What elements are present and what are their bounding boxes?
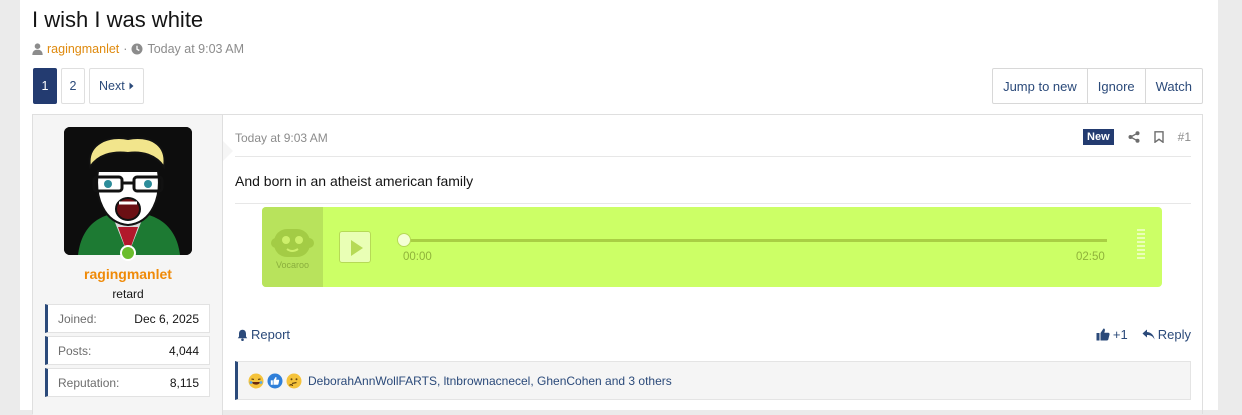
message: Today at 9:03 AM New #1 And born in an a… [235, 115, 1191, 415]
stat-posts-value: 4,044 [168, 343, 199, 358]
reply-icon [1142, 329, 1155, 340]
like-reaction-icon [267, 373, 283, 388]
online-indicator [120, 245, 136, 261]
stat-reputation-label: Reputation: [58, 375, 120, 390]
bell-icon [237, 329, 248, 341]
stat-posts: Posts: 4,044 [45, 336, 210, 365]
thumbs-up-icon [1096, 328, 1110, 341]
stat-reputation-value: 8,115 [169, 375, 199, 390]
post-time[interactable]: Today at 9:03 AM [235, 131, 328, 145]
message-header-actions: New #1 [1083, 129, 1191, 145]
like-button[interactable]: +1 [1096, 327, 1128, 342]
vocaroo-duration: 02:50 [1076, 251, 1105, 263]
message-header: Today at 9:03 AM New #1 [235, 129, 1191, 157]
message-divider [235, 203, 1191, 204]
page-2-button[interactable]: 2 [61, 68, 85, 104]
laughing-reaction-icon [248, 373, 264, 388]
vocaroo-volume[interactable] [1137, 229, 1147, 265]
next-page-button[interactable]: Next [89, 68, 144, 104]
post-footer: Report +1 Reply [235, 327, 1191, 347]
user-sidebar: ragingmanlet retard Joined: Dec 6, 2025 … [33, 115, 223, 415]
new-badge: New [1083, 129, 1114, 145]
thread-title: I wish I was white [32, 7, 204, 32]
thread-author-link[interactable]: ragingmanlet [47, 42, 119, 56]
message-arrow [223, 141, 233, 161]
clock-icon [131, 43, 143, 55]
jump-to-new-button[interactable]: Jump to new [993, 69, 1087, 103]
stat-reputation: Reputation: 8,115 [45, 368, 210, 397]
report-button[interactable]: Report [237, 327, 290, 342]
vocaroo-play-button[interactable] [339, 231, 371, 263]
thread-time: Today at 9:03 AM [147, 42, 245, 56]
vocaroo-player: Vocaroo 00:00 02:50 [262, 207, 1162, 287]
like-count: +1 [1112, 327, 1128, 342]
reactions-text: DeborahAnnWollFARTS, ltnbrownacnecel, Gh… [308, 373, 672, 388]
bookmark-icon[interactable] [1153, 131, 1164, 143]
stat-joined-value: Dec 6, 2025 [134, 311, 199, 326]
vocaroo-mascot-icon [271, 229, 314, 257]
post: ragingmanlet retard Joined: Dec 6, 2025 … [32, 114, 1203, 415]
stat-joined: Joined: Dec 6, 2025 [45, 304, 210, 333]
reactions-bar[interactable]: DeborahAnnWollFARTS, ltnbrownacnecel, Gh… [235, 361, 1191, 400]
post-footer-actions: +1 Reply [1096, 327, 1191, 342]
user-title: retard [112, 287, 144, 301]
pagination: 1 2 Next [33, 68, 144, 104]
vocaroo-brand: Vocaroo [275, 260, 310, 270]
page-1-button[interactable]: 1 [33, 68, 57, 104]
report-label: Report [251, 327, 291, 342]
ignore-button[interactable]: Ignore [1086, 69, 1145, 103]
stat-joined-label: Joined: [58, 311, 97, 326]
vocaroo-progress-knob[interactable] [397, 233, 411, 247]
vocaroo-current-time: 00:00 [403, 251, 432, 263]
reply-button[interactable]: Reply [1142, 327, 1191, 342]
user-icon [32, 43, 43, 55]
stat-posts-label: Posts: [58, 343, 92, 358]
reply-label: Reply [1157, 327, 1191, 342]
play-icon [351, 240, 363, 256]
post-number[interactable]: #1 [1178, 130, 1191, 144]
thinking-reaction-icon [286, 373, 302, 388]
next-page-label: Next [99, 79, 125, 93]
page: I wish I was white ragingmanlet · Today … [20, 0, 1218, 415]
username[interactable]: ragingmanlet [33, 266, 223, 282]
meta-separator: · [123, 42, 128, 56]
message-body: And born in an atheist american family [235, 173, 474, 189]
vocaroo-logo[interactable]: Vocaroo [262, 207, 323, 287]
avatar[interactable] [64, 127, 192, 255]
watch-button[interactable]: Watch [1144, 69, 1202, 103]
thread-actions: Jump to new Ignore Watch [992, 68, 1203, 104]
vocaroo-progress-track[interactable] [403, 239, 1107, 242]
thread-meta: ragingmanlet · Today at 9:03 AM [32, 42, 244, 56]
caret-right-icon [129, 82, 134, 90]
share-icon[interactable] [1128, 131, 1140, 143]
avatar-image [64, 127, 192, 255]
